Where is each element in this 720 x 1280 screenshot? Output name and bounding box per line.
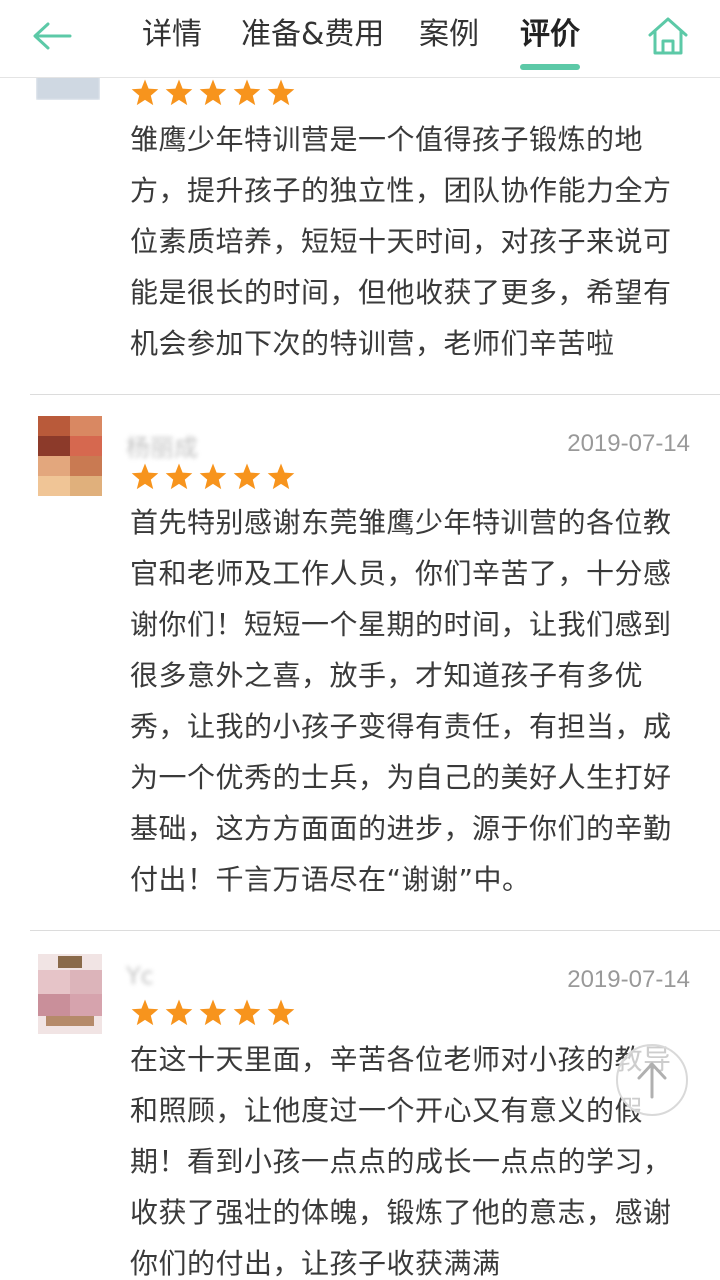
home-icon xyxy=(648,17,688,55)
avatar xyxy=(38,954,102,1034)
review-date: 2019-07-14 xyxy=(567,430,690,457)
star-icon xyxy=(233,463,261,490)
avatar xyxy=(38,416,102,496)
back-to-top-button[interactable] xyxy=(616,1044,688,1116)
reviewer-name: Yc xyxy=(126,962,154,990)
tab-cases[interactable]: 案例 xyxy=(419,12,479,58)
star-icon xyxy=(199,79,227,106)
tab-bar: 详情 准备&费用 案例 评价 xyxy=(0,0,720,78)
arrow-up-icon xyxy=(637,1062,667,1099)
star-icon xyxy=(233,999,261,1026)
star-icon xyxy=(165,79,193,106)
review-text: 首先特别感谢东莞雏鹰少年特训营的各位教官和老师及工作人员，你们辛苦了，十分感谢你… xyxy=(130,506,672,896)
review-text: 雏鹰少年特训营是一个值得孩子锻炼的地方，提升孩子的独立性，团队协作能力全方位素质… xyxy=(130,123,672,360)
star-icon xyxy=(165,463,193,490)
star-icon xyxy=(233,79,261,106)
star-icon xyxy=(131,79,159,106)
star-icon xyxy=(199,463,227,490)
active-tab-indicator xyxy=(520,64,580,70)
star-icon xyxy=(131,463,159,490)
tab-reviews[interactable]: 评价 xyxy=(520,12,580,58)
star-icon xyxy=(267,999,295,1026)
tab-details[interactable]: 详情 xyxy=(142,12,202,58)
star-icon xyxy=(199,999,227,1026)
review-text: 在这十天里面，辛苦各位老师对小孩的教导和照顾，让他度过一个开心又有意义的假期！看… xyxy=(130,1043,672,1280)
home-button[interactable] xyxy=(642,12,694,60)
reviewer-name: 杨丽成 xyxy=(126,434,198,462)
divider xyxy=(30,930,720,931)
divider xyxy=(30,394,720,395)
star-icon xyxy=(165,999,193,1026)
rating-stars xyxy=(130,78,296,108)
star-icon xyxy=(267,463,295,490)
star-icon xyxy=(131,999,159,1026)
review-date: 2019-07-14 xyxy=(567,966,690,993)
top-nav-bar: 详情 准备&费用 案例 评价 xyxy=(0,0,720,78)
rating-stars xyxy=(130,998,296,1028)
rating-stars xyxy=(130,462,296,492)
tab-preparation-cost[interactable]: 准备&费用 xyxy=(241,12,384,58)
star-icon xyxy=(267,79,295,106)
